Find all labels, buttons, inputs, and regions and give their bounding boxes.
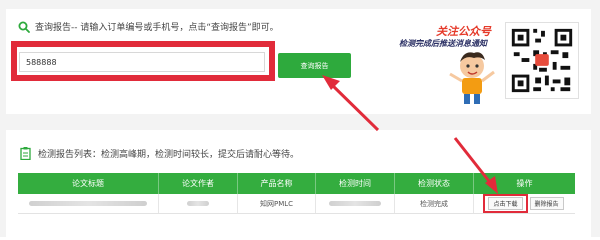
qr-code-image bbox=[505, 22, 579, 99]
query-heading: 查询报告-- 请输入订单编号或手机号，点击“查询报告”即可。 bbox=[18, 20, 279, 33]
column-header-check-time: 检测时间 bbox=[316, 173, 395, 194]
query-heading-text: 查询报告-- 请输入订单编号或手机号，点击“查询报告”即可。 bbox=[35, 23, 279, 33]
report-list-heading-text: 检测报告列表：检测高峰期，检测时间较长，提交后请耐心等待。 bbox=[38, 150, 300, 160]
report-table: 论文标题 论文作者 产品名称 检测时间 检测状态 操作 知网PMLC 检测完成 … bbox=[18, 173, 575, 214]
cell-status: 检测完成 bbox=[395, 194, 474, 213]
download-report-button[interactable]: 点击下载 bbox=[488, 197, 523, 210]
input-highlight-box: 588888 bbox=[11, 41, 275, 81]
download-highlight-box: 点击下载 bbox=[483, 194, 528, 213]
table-row: 知网PMLC 检测完成 点击下载 删除报告 bbox=[18, 194, 575, 214]
delete-report-button[interactable]: 删除报告 bbox=[529, 197, 564, 210]
input-value: 588888 bbox=[26, 57, 57, 67]
document-icon bbox=[20, 147, 31, 160]
column-header-status: 检测状态 bbox=[395, 173, 474, 194]
search-icon bbox=[18, 21, 30, 33]
column-header-title: 论文标题 bbox=[18, 173, 159, 194]
cell-title-redacted bbox=[18, 194, 159, 213]
query-report-button[interactable]: 查询报告 bbox=[278, 53, 351, 78]
promo-title: 关注公众号 bbox=[436, 25, 491, 38]
table-header-row: 论文标题 论文作者 产品名称 检测时间 检测状态 操作 bbox=[18, 173, 575, 194]
mascot-illustration bbox=[449, 52, 495, 104]
cell-product: 知网PMLC bbox=[238, 194, 316, 213]
page-background: 查询报告-- 请输入订单编号或手机号，点击“查询报告”即可。 588888 查询… bbox=[0, 0, 600, 237]
cell-actions: 点击下载 删除报告 bbox=[474, 194, 575, 213]
cell-author-redacted bbox=[159, 194, 238, 213]
report-list-heading: 检测报告列表：检测高峰期，检测时间较长，提交后请耐心等待。 bbox=[20, 147, 299, 160]
column-header-actions: 操作 bbox=[516, 179, 533, 188]
column-header-product: 产品名称 bbox=[238, 173, 316, 194]
column-header-author: 论文作者 bbox=[159, 173, 238, 194]
cell-time-redacted bbox=[316, 194, 395, 213]
order-or-phone-input[interactable]: 588888 bbox=[19, 52, 265, 72]
